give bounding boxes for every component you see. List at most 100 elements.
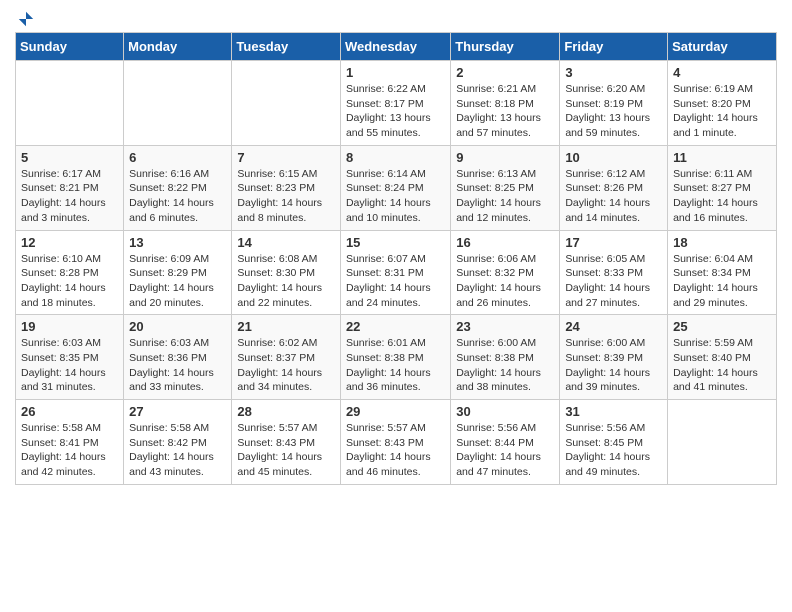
weekday-header: Saturday: [668, 33, 777, 61]
day-sun-info: Sunrise: 6:04 AMSunset: 8:34 PMDaylight:…: [673, 252, 771, 311]
day-number: 10: [565, 150, 662, 165]
day-sun-info: Sunrise: 6:07 AMSunset: 8:31 PMDaylight:…: [346, 252, 445, 311]
calendar-day-cell: [668, 400, 777, 485]
weekday-header: Wednesday: [340, 33, 450, 61]
day-number: 22: [346, 319, 445, 334]
day-sun-info: Sunrise: 6:09 AMSunset: 8:29 PMDaylight:…: [129, 252, 226, 311]
calendar-day-cell: [16, 61, 124, 146]
calendar-day-cell: 7 Sunrise: 6:15 AMSunset: 8:23 PMDaylight…: [232, 145, 341, 230]
day-number: 25: [673, 319, 771, 334]
day-number: 31: [565, 404, 662, 419]
calendar-week-row: 26 Sunrise: 5:58 AMSunset: 8:41 PMDayligh…: [16, 400, 777, 485]
day-number: 6: [129, 150, 226, 165]
weekday-header: Thursday: [451, 33, 560, 61]
day-number: 2: [456, 65, 554, 80]
calendar-table: SundayMondayTuesdayWednesdayThursdayFrid…: [15, 32, 777, 485]
day-sun-info: Sunrise: 6:20 AMSunset: 8:19 PMDaylight:…: [565, 82, 662, 141]
calendar-week-row: 1 Sunrise: 6:22 AMSunset: 8:17 PMDaylight…: [16, 61, 777, 146]
day-sun-info: Sunrise: 5:58 AMSunset: 8:42 PMDaylight:…: [129, 421, 226, 480]
day-sun-info: Sunrise: 6:00 AMSunset: 8:38 PMDaylight:…: [456, 336, 554, 395]
day-sun-info: Sunrise: 6:06 AMSunset: 8:32 PMDaylight:…: [456, 252, 554, 311]
calendar-day-cell: 24 Sunrise: 6:00 AMSunset: 8:39 PMDayligh…: [560, 315, 668, 400]
day-number: 30: [456, 404, 554, 419]
day-sun-info: Sunrise: 6:14 AMSunset: 8:24 PMDaylight:…: [346, 167, 445, 226]
header: [15, 10, 777, 24]
day-number: 18: [673, 235, 771, 250]
calendar-day-cell: 22 Sunrise: 6:01 AMSunset: 8:38 PMDayligh…: [340, 315, 450, 400]
calendar-day-cell: 6 Sunrise: 6:16 AMSunset: 8:22 PMDaylight…: [124, 145, 232, 230]
day-number: 26: [21, 404, 118, 419]
calendar-day-cell: 28 Sunrise: 5:57 AMSunset: 8:43 PMDayligh…: [232, 400, 341, 485]
day-sun-info: Sunrise: 6:12 AMSunset: 8:26 PMDaylight:…: [565, 167, 662, 226]
calendar-day-cell: 16 Sunrise: 6:06 AMSunset: 8:32 PMDayligh…: [451, 230, 560, 315]
day-number: 28: [237, 404, 335, 419]
weekday-header-row: SundayMondayTuesdayWednesdayThursdayFrid…: [16, 33, 777, 61]
day-sun-info: Sunrise: 5:56 AMSunset: 8:45 PMDaylight:…: [565, 421, 662, 480]
day-sun-info: Sunrise: 5:56 AMSunset: 8:44 PMDaylight:…: [456, 421, 554, 480]
calendar-day-cell: 13 Sunrise: 6:09 AMSunset: 8:29 PMDayligh…: [124, 230, 232, 315]
calendar-day-cell: 31 Sunrise: 5:56 AMSunset: 8:45 PMDayligh…: [560, 400, 668, 485]
logo: [15, 10, 35, 24]
day-sun-info: Sunrise: 6:17 AMSunset: 8:21 PMDaylight:…: [21, 167, 118, 226]
day-number: 11: [673, 150, 771, 165]
calendar-week-row: 5 Sunrise: 6:17 AMSunset: 8:21 PMDaylight…: [16, 145, 777, 230]
day-number: 29: [346, 404, 445, 419]
calendar-day-cell: 26 Sunrise: 5:58 AMSunset: 8:41 PMDayligh…: [16, 400, 124, 485]
day-number: 1: [346, 65, 445, 80]
day-number: 23: [456, 319, 554, 334]
calendar-day-cell: 3 Sunrise: 6:20 AMSunset: 8:19 PMDaylight…: [560, 61, 668, 146]
day-sun-info: Sunrise: 6:16 AMSunset: 8:22 PMDaylight:…: [129, 167, 226, 226]
day-number: 13: [129, 235, 226, 250]
day-sun-info: Sunrise: 6:15 AMSunset: 8:23 PMDaylight:…: [237, 167, 335, 226]
day-sun-info: Sunrise: 6:00 AMSunset: 8:39 PMDaylight:…: [565, 336, 662, 395]
calendar-day-cell: 10 Sunrise: 6:12 AMSunset: 8:26 PMDayligh…: [560, 145, 668, 230]
day-number: 12: [21, 235, 118, 250]
calendar-day-cell: 12 Sunrise: 6:10 AMSunset: 8:28 PMDayligh…: [16, 230, 124, 315]
calendar-day-cell: 9 Sunrise: 6:13 AMSunset: 8:25 PMDaylight…: [451, 145, 560, 230]
day-number: 4: [673, 65, 771, 80]
calendar-week-row: 19Sunrise: 6:03 AMSunset: 8:35 PMDayligh…: [16, 315, 777, 400]
day-sun-info: Sunrise: 5:58 AMSunset: 8:41 PMDaylight:…: [21, 421, 118, 480]
calendar-day-cell: 17Sunrise: 6:05 AMSunset: 8:33 PMDayligh…: [560, 230, 668, 315]
day-sun-info: Sunrise: 6:08 AMSunset: 8:30 PMDaylight:…: [237, 252, 335, 311]
day-number: 7: [237, 150, 335, 165]
day-number: 15: [346, 235, 445, 250]
day-sun-info: Sunrise: 5:59 AMSunset: 8:40 PMDaylight:…: [673, 336, 771, 395]
day-sun-info: Sunrise: 5:57 AMSunset: 8:43 PMDaylight:…: [237, 421, 335, 480]
day-sun-info: Sunrise: 6:03 AMSunset: 8:36 PMDaylight:…: [129, 336, 226, 395]
calendar-day-cell: 30 Sunrise: 5:56 AMSunset: 8:44 PMDayligh…: [451, 400, 560, 485]
calendar-day-cell: 15 Sunrise: 6:07 AMSunset: 8:31 PMDayligh…: [340, 230, 450, 315]
calendar-container: SundayMondayTuesdayWednesdayThursdayFrid…: [0, 0, 792, 495]
day-number: 8: [346, 150, 445, 165]
day-sun-info: Sunrise: 6:01 AMSunset: 8:38 PMDaylight:…: [346, 336, 445, 395]
day-sun-info: Sunrise: 6:13 AMSunset: 8:25 PMDaylight:…: [456, 167, 554, 226]
calendar-day-cell: 23 Sunrise: 6:00 AMSunset: 8:38 PMDayligh…: [451, 315, 560, 400]
calendar-day-cell: 14 Sunrise: 6:08 AMSunset: 8:30 PMDayligh…: [232, 230, 341, 315]
calendar-day-cell: 19Sunrise: 6:03 AMSunset: 8:35 PMDayligh…: [16, 315, 124, 400]
day-number: 5: [21, 150, 118, 165]
calendar-day-cell: 5 Sunrise: 6:17 AMSunset: 8:21 PMDaylight…: [16, 145, 124, 230]
calendar-day-cell: 27Sunrise: 5:58 AMSunset: 8:42 PMDayligh…: [124, 400, 232, 485]
day-number: 9: [456, 150, 554, 165]
calendar-day-cell: 11Sunrise: 6:11 AMSunset: 8:27 PMDayligh…: [668, 145, 777, 230]
calendar-day-cell: 25 Sunrise: 5:59 AMSunset: 8:40 PMDayligh…: [668, 315, 777, 400]
calendar-day-cell: 18 Sunrise: 6:04 AMSunset: 8:34 PMDayligh…: [668, 230, 777, 315]
weekday-header: Tuesday: [232, 33, 341, 61]
day-number: 17: [565, 235, 662, 250]
calendar-day-cell: 2 Sunrise: 6:21 AMSunset: 8:18 PMDaylight…: [451, 61, 560, 146]
day-sun-info: Sunrise: 6:22 AMSunset: 8:17 PMDaylight:…: [346, 82, 445, 141]
weekday-header: Sunday: [16, 33, 124, 61]
weekday-header: Monday: [124, 33, 232, 61]
day-number: 16: [456, 235, 554, 250]
calendar-day-cell: 4Sunrise: 6:19 AMSunset: 8:20 PMDaylight…: [668, 61, 777, 146]
day-sun-info: Sunrise: 6:21 AMSunset: 8:18 PMDaylight:…: [456, 82, 554, 141]
calendar-day-cell: 1 Sunrise: 6:22 AMSunset: 8:17 PMDaylight…: [340, 61, 450, 146]
calendar-day-cell: 20Sunrise: 6:03 AMSunset: 8:36 PMDayligh…: [124, 315, 232, 400]
day-number: 24: [565, 319, 662, 334]
day-number: 14: [237, 235, 335, 250]
day-sun-info: Sunrise: 6:10 AMSunset: 8:28 PMDaylight:…: [21, 252, 118, 311]
day-sun-info: Sunrise: 6:02 AMSunset: 8:37 PMDaylight:…: [237, 336, 335, 395]
day-number: 19: [21, 319, 118, 334]
calendar-day-cell: 21Sunrise: 6:02 AMSunset: 8:37 PMDayligh…: [232, 315, 341, 400]
day-number: 3: [565, 65, 662, 80]
